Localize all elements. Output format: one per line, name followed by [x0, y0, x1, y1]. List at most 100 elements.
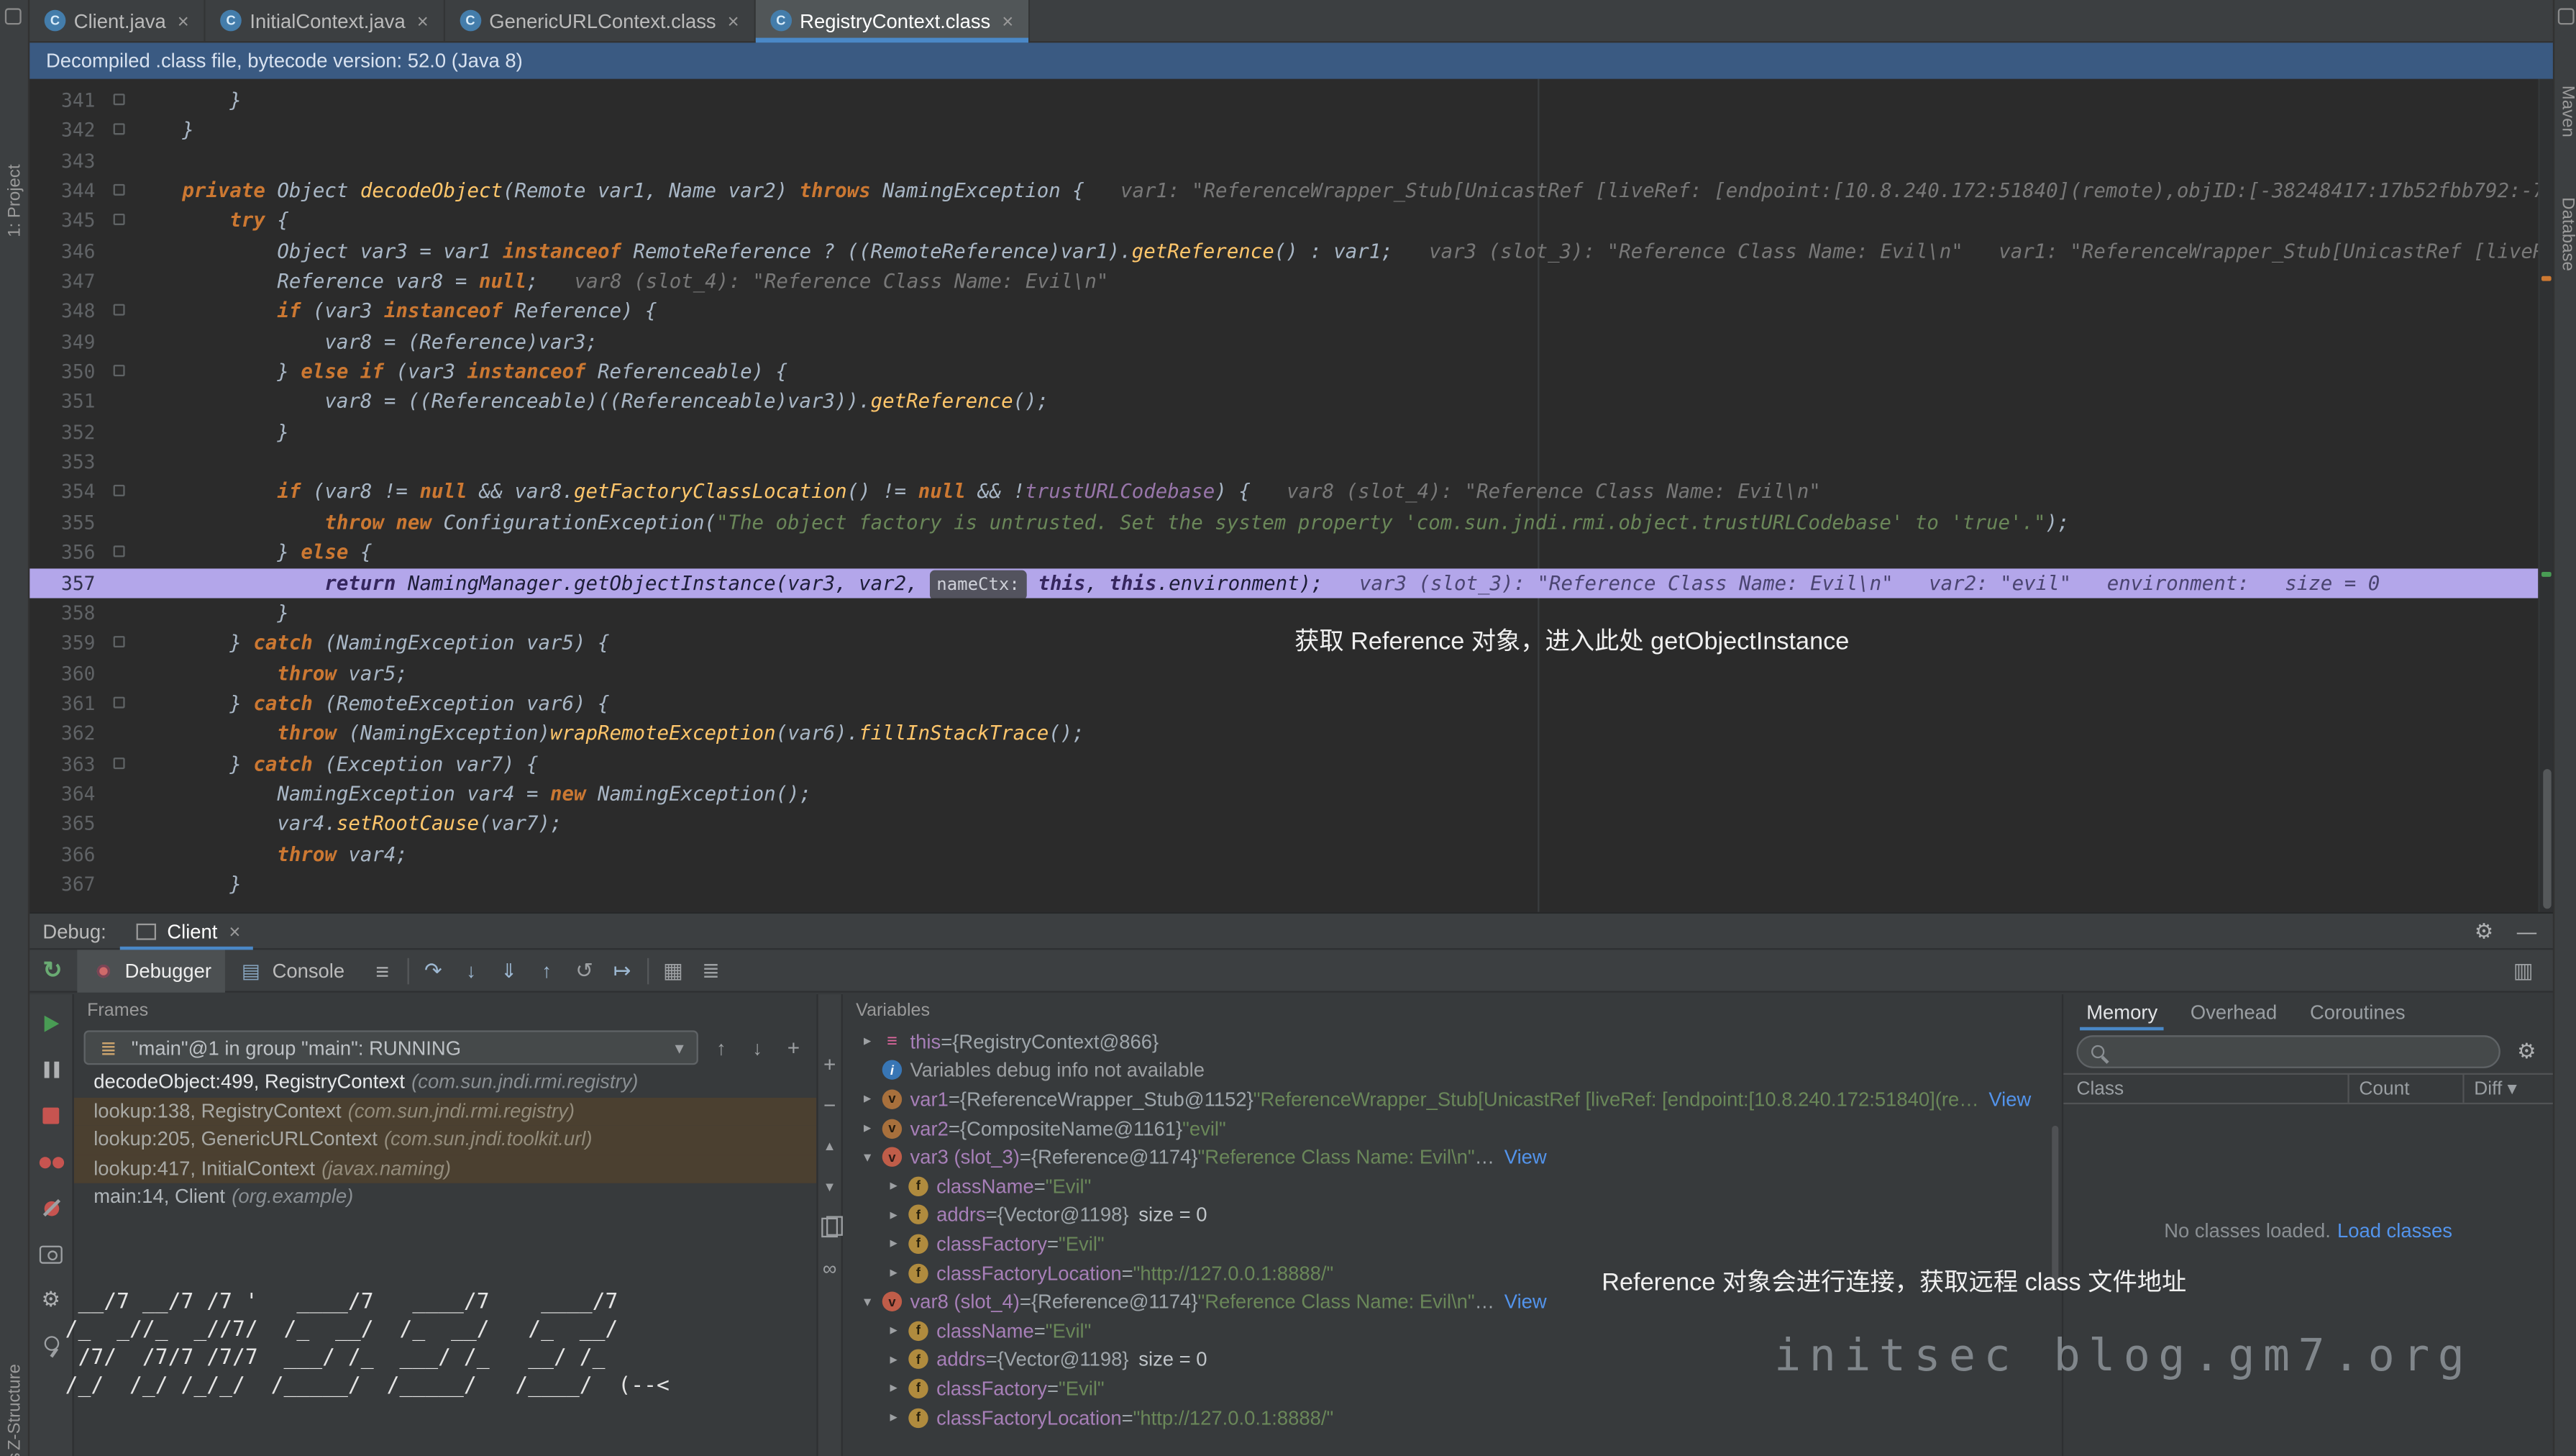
chevron-right-icon[interactable]: ▸ [882, 1350, 905, 1368]
next-frame-icon[interactable] [744, 1034, 771, 1061]
fold-marker-icon[interactable] [114, 696, 125, 708]
memory-tab-coroutines[interactable]: Coroutines [2293, 994, 2421, 1030]
stack-frame[interactable]: lookup:417, InitialContext(javax.naming) [74, 1155, 817, 1183]
code-line-351[interactable]: 351 var8 = ((Referenceable)((Referenceab… [29, 387, 2538, 417]
code-line-364[interactable]: 364 NamingException var4 = new NamingExc… [29, 779, 2538, 809]
line-number[interactable]: 342 [29, 116, 95, 146]
variable-row[interactable]: ▸fclassName = "Evil" [843, 1172, 2062, 1201]
code-editor[interactable]: 341 }342 }343344 private Object decodeOb… [29, 79, 2538, 912]
code-line-361[interactable]: 361 } catch (RemoteException var6) { [29, 688, 2538, 719]
fold-marker-icon[interactable] [114, 365, 125, 376]
add-icon[interactable] [780, 1034, 807, 1061]
fold-marker-icon[interactable] [114, 757, 125, 768]
line-number[interactable]: 363 [29, 749, 95, 779]
remove-icon[interactable] [816, 1091, 843, 1118]
search-input[interactable] [2114, 1040, 2485, 1063]
copy-icon[interactable] [816, 1214, 843, 1241]
code-line-367[interactable]: 367 } [29, 869, 2538, 899]
line-number[interactable]: 355 [29, 507, 95, 537]
variable-row[interactable]: ▸vvar1 = {ReferenceWrapper_Stub@1152} "R… [843, 1085, 2062, 1114]
menu-icon[interactable] [369, 957, 396, 984]
view-value-link[interactable]: View [1504, 1291, 1547, 1314]
chevron-right-icon[interactable]: ▸ [856, 1091, 879, 1109]
line-number[interactable]: 353 [29, 447, 95, 478]
hide-icon[interactable] [2513, 918, 2540, 945]
line-number[interactable]: 351 [29, 387, 95, 417]
line-number[interactable]: 343 [29, 146, 95, 176]
column-header-class[interactable]: Class [2063, 1075, 2347, 1103]
stack-frame[interactable]: lookup:138, RegistryContext(com.sun.jndi… [74, 1097, 817, 1126]
close-session-icon[interactable]: × [229, 919, 240, 942]
view-value-link[interactable]: View [1504, 1146, 1547, 1169]
step-out-icon[interactable] [534, 957, 560, 984]
code-line-342[interactable]: 342 } [29, 116, 2538, 146]
chevron-right-icon[interactable]: ▸ [882, 1380, 905, 1398]
variable-row[interactable]: ▸≡this = {RegistryContext@866} [843, 1027, 2062, 1056]
layout-settings-icon[interactable] [2511, 957, 2537, 984]
sliders-icon[interactable] [698, 957, 724, 984]
line-number[interactable]: 360 [29, 658, 95, 688]
error-stripe-mark[interactable] [2541, 276, 2552, 281]
rerun-icon[interactable] [40, 957, 66, 984]
mute-icon[interactable] [38, 1195, 65, 1221]
code-line-353[interactable]: 353 [29, 447, 2538, 478]
tab-close-icon[interactable]: × [417, 9, 429, 32]
error-stripe-mark[interactable] [2541, 572, 2552, 577]
line-number[interactable]: 358 [29, 598, 95, 628]
maven-strip-label[interactable]: Maven [2558, 86, 2576, 137]
tab-close-icon[interactable]: × [728, 9, 739, 32]
code-line-358[interactable]: 358 } [29, 598, 2538, 628]
code-line-366[interactable]: 366 throw var4; [29, 839, 2538, 869]
line-number[interactable]: 349 [29, 327, 95, 357]
code-line-352[interactable]: 352 } [29, 417, 2538, 447]
breakpoints-icon[interactable] [38, 1149, 65, 1175]
pause-icon[interactable] [38, 1057, 65, 1083]
code-line-365[interactable]: 365 var4.setRootCause(var7); [29, 809, 2538, 839]
fold-marker-icon[interactable] [114, 184, 125, 196]
tab-console[interactable]: Console [224, 949, 357, 991]
project-strip-label[interactable]: 1: Project [5, 164, 24, 237]
memory-search-box[interactable] [2076, 1035, 2500, 1068]
editor-scrollbar-thumb[interactable] [2542, 769, 2550, 909]
fold-marker-icon[interactable] [114, 486, 125, 497]
line-number[interactable]: 361 [29, 688, 95, 719]
code-line-341[interactable]: 341 } [29, 86, 2538, 116]
line-number[interactable]: 350 [29, 357, 95, 387]
notifications-icon[interactable] [2558, 8, 2575, 24]
line-number[interactable]: 341 [29, 86, 95, 116]
chevron-down-icon[interactable]: ▾ [856, 1293, 879, 1311]
load-classes-link[interactable]: Load classes [2337, 1219, 2452, 1242]
memory-tab-overhead[interactable]: Overhead [2174, 994, 2293, 1030]
code-line-355[interactable]: 355 throw new ConfigurationException("Th… [29, 507, 2538, 537]
tab-close-icon[interactable]: × [1002, 9, 1013, 32]
code-line-359[interactable]: 359 } catch (NamingException var5) { [29, 628, 2538, 658]
code-line-360[interactable]: 360 throw var5; [29, 658, 2538, 688]
debug-session-tab[interactable]: Client × [119, 913, 254, 949]
fold-marker-icon[interactable] [114, 546, 125, 558]
editor-tab[interactable]: CInitialContext.java× [206, 0, 445, 41]
gear-icon[interactable] [2471, 918, 2498, 945]
database-strip-label[interactable]: Database [2558, 197, 2576, 271]
tab-debugger[interactable]: Debugger [77, 949, 224, 991]
camera-icon[interactable] [38, 1241, 65, 1268]
chevron-right-icon[interactable]: ▸ [882, 1264, 905, 1282]
line-number[interactable]: 356 [29, 537, 95, 568]
move-up-icon[interactable] [816, 1132, 843, 1159]
drop-frame-icon[interactable] [571, 957, 598, 984]
favorites-strip-label[interactable]: Favorites [5, 1452, 24, 1456]
fold-marker-icon[interactable] [114, 305, 125, 317]
fold-marker-icon[interactable] [114, 214, 125, 226]
editor-tab[interactable]: CClient.java× [29, 0, 206, 41]
column-header-diff[interactable]: Diff ▾ [2462, 1075, 2553, 1103]
line-number[interactable]: 366 [29, 839, 95, 869]
line-number[interactable]: 357 [29, 568, 95, 598]
previous-frame-icon[interactable] [708, 1034, 735, 1061]
chevron-down-icon[interactable]: ▾ [856, 1148, 879, 1166]
code-line-348[interactable]: 348 if (var3 instanceof Reference) { [29, 296, 2538, 327]
code-line-356[interactable]: 356 } else { [29, 537, 2538, 568]
stack-frame[interactable]: decodeObject:499, RegistryContext(com.su… [74, 1068, 817, 1097]
fold-marker-icon[interactable] [114, 124, 125, 135]
line-number[interactable]: 367 [29, 869, 95, 899]
grid-icon[interactable] [660, 957, 687, 984]
memory-settings-icon[interactable] [2513, 1039, 2540, 1065]
